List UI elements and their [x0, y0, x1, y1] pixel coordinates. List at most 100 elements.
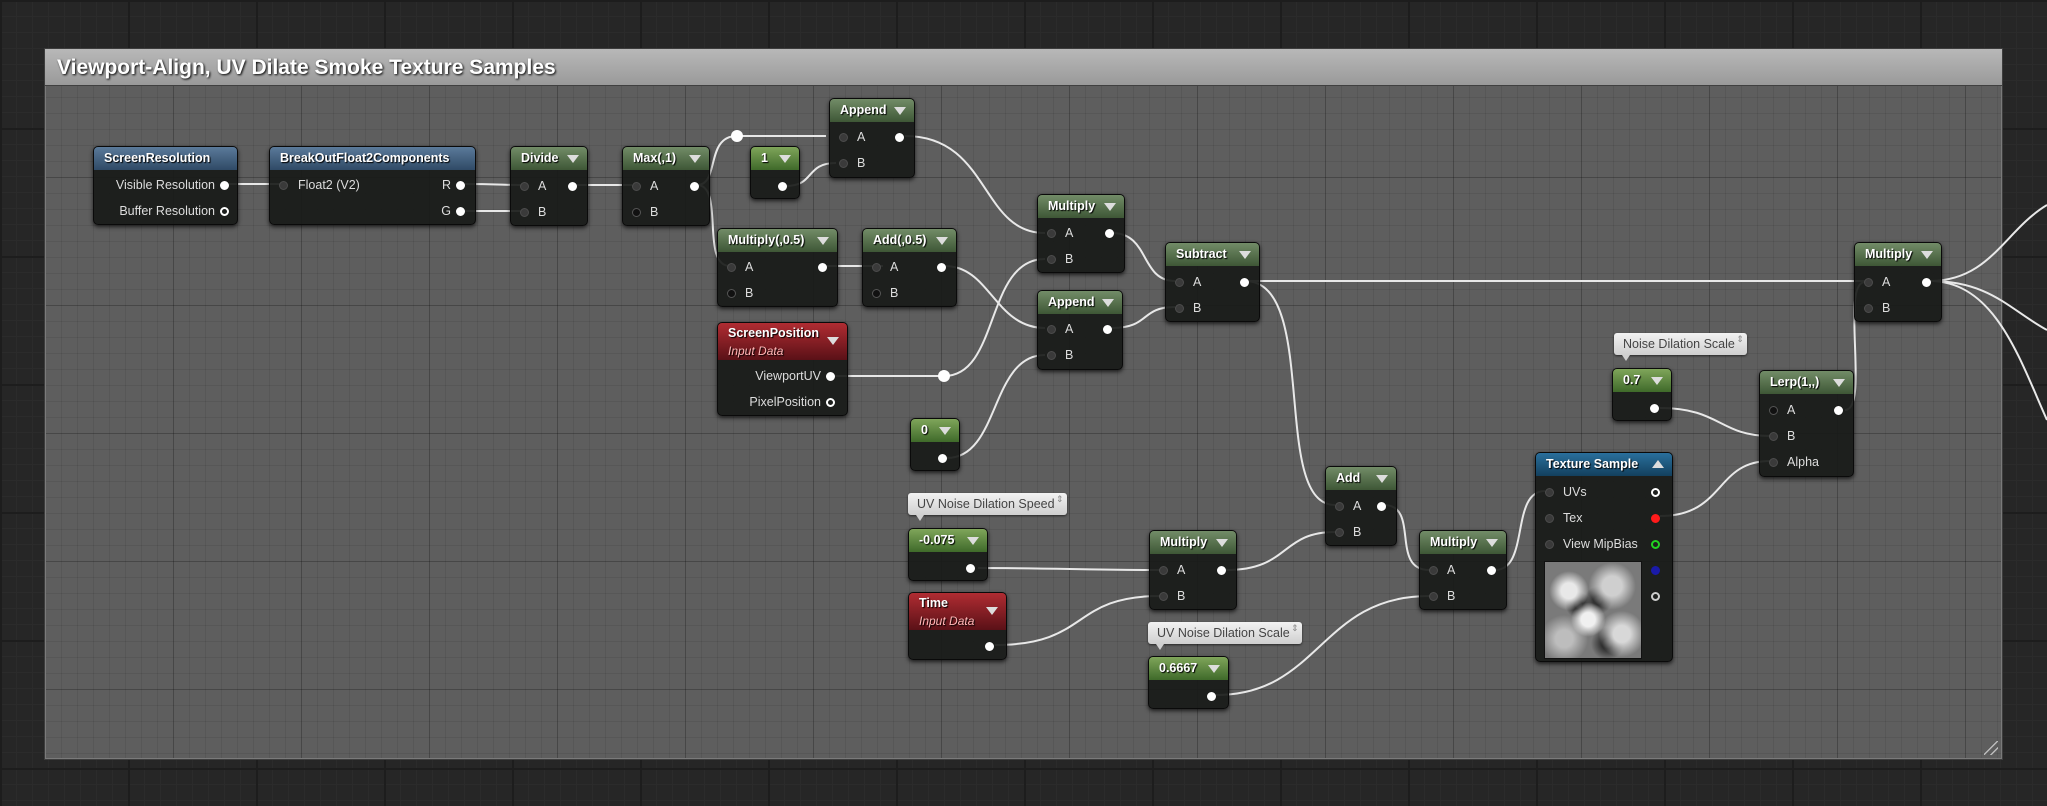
output-pin[interactable]	[937, 263, 946, 272]
lerp-node[interactable]: Lerp(1,,) A B Alpha	[1759, 370, 1854, 477]
input-pin[interactable]	[1864, 278, 1873, 287]
output-pin[interactable]	[966, 564, 975, 573]
output-pin[interactable]	[1650, 404, 1659, 413]
node-comment[interactable]: UV Noise Dilation Speed ⇕	[908, 493, 1067, 521]
input-pin[interactable]	[1429, 566, 1438, 575]
output-pin[interactable]	[690, 182, 699, 191]
collapse-arrow-icon[interactable]	[1652, 460, 1664, 468]
output-pin[interactable]	[1207, 692, 1216, 701]
multiply-node-final[interactable]: Multiply A B	[1854, 242, 1942, 322]
collapse-arrow-icon[interactable]	[967, 537, 979, 545]
collapse-arrow-icon[interactable]	[1376, 475, 1388, 483]
input-pin[interactable]	[520, 208, 529, 217]
reroute-node[interactable]	[938, 370, 950, 382]
collapse-arrow-icon[interactable]	[817, 237, 829, 245]
multiply-node-bottom[interactable]: Multiply A B	[1419, 530, 1507, 610]
input-pin[interactable]	[632, 208, 641, 217]
divide-node[interactable]: Divide A B	[510, 146, 588, 226]
blue-output-pin[interactable]	[1651, 566, 1660, 575]
output-pin[interactable]	[220, 207, 229, 216]
input-pin[interactable]	[872, 263, 881, 272]
output-pin[interactable]	[1217, 566, 1226, 575]
input-pin[interactable]	[839, 159, 848, 168]
input-pin[interactable]	[1545, 540, 1554, 549]
constant-07-node[interactable]: 0.7	[1612, 368, 1672, 421]
input-pin[interactable]	[632, 182, 641, 191]
input-pin[interactable]	[839, 133, 848, 142]
collapse-arrow-icon[interactable]	[986, 607, 998, 615]
input-pin[interactable]	[1545, 514, 1554, 523]
pin-comment-icon[interactable]: ⇕	[1056, 495, 1064, 504]
output-pin[interactable]	[1105, 229, 1114, 238]
collapse-arrow-icon[interactable]	[1239, 251, 1251, 259]
collapse-arrow-icon[interactable]	[689, 155, 701, 163]
collapse-arrow-icon[interactable]	[1102, 299, 1114, 307]
input-pin[interactable]	[1335, 502, 1344, 511]
collapse-arrow-icon[interactable]	[827, 337, 839, 345]
constant-scale-node[interactable]: 0.6667	[1148, 656, 1229, 709]
append-node-mid[interactable]: Append A B	[1037, 290, 1123, 370]
texture-sample-node[interactable]: Texture Sample UVs Tex View MipBias	[1535, 452, 1673, 662]
input-pin[interactable]	[1047, 229, 1056, 238]
collapse-arrow-icon[interactable]	[779, 155, 791, 163]
output-pin[interactable]	[826, 372, 835, 381]
collapse-arrow-icon[interactable]	[1216, 539, 1228, 547]
screen-resolution-node[interactable]: ScreenResolution Visible Resolution Buff…	[93, 146, 238, 225]
input-pin[interactable]	[1864, 304, 1873, 313]
rgb-output-pin[interactable]	[1651, 488, 1660, 497]
max-node[interactable]: Max(,1) A B	[622, 146, 710, 226]
output-pin[interactable]	[1834, 406, 1843, 415]
output-pin[interactable]	[568, 182, 577, 191]
screen-position-node[interactable]: ScreenPosition Input Data ViewportUV Pix…	[717, 322, 848, 416]
collapse-arrow-icon[interactable]	[1651, 377, 1663, 385]
collapse-arrow-icon[interactable]	[1921, 251, 1933, 259]
alpha-output-pin[interactable]	[1651, 592, 1660, 601]
constant-0-node[interactable]: 0	[910, 418, 960, 471]
append-node-top[interactable]: Append A B	[829, 98, 915, 178]
output-pin[interactable]	[818, 263, 827, 272]
add-node-bottom[interactable]: Add A B	[1325, 466, 1397, 546]
output-pin[interactable]	[938, 454, 947, 463]
input-pin[interactable]	[1047, 325, 1056, 334]
output-pin[interactable]	[456, 207, 465, 216]
input-pin[interactable]	[1429, 592, 1438, 601]
break-out-float2-node[interactable]: BreakOutFloat2Components Float2 (V2) R G	[269, 146, 476, 225]
output-pin[interactable]	[220, 181, 229, 190]
output-pin[interactable]	[778, 182, 787, 191]
output-pin[interactable]	[1377, 502, 1386, 511]
output-pin[interactable]	[1240, 278, 1249, 287]
input-pin[interactable]	[1047, 351, 1056, 360]
collapse-arrow-icon[interactable]	[1833, 379, 1845, 387]
output-pin[interactable]	[895, 133, 904, 142]
output-pin[interactable]	[1487, 566, 1496, 575]
input-pin[interactable]	[1175, 278, 1184, 287]
output-pin[interactable]	[1922, 278, 1931, 287]
node-comment[interactable]: UV Noise Dilation Scale ⇕	[1148, 622, 1302, 650]
input-pin[interactable]	[1769, 406, 1778, 415]
reroute-node[interactable]	[731, 130, 743, 142]
red-output-pin[interactable]	[1651, 514, 1660, 523]
collapse-arrow-icon[interactable]	[936, 237, 948, 245]
input-pin[interactable]	[1769, 432, 1778, 441]
output-pin[interactable]	[826, 398, 835, 407]
output-pin[interactable]	[1103, 325, 1112, 334]
input-pin[interactable]	[1159, 566, 1168, 575]
output-pin[interactable]	[456, 181, 465, 190]
input-pin[interactable]	[1769, 458, 1778, 467]
collapse-arrow-icon[interactable]	[1486, 539, 1498, 547]
multiply-half-node[interactable]: Multiply(,0.5) A B	[717, 228, 838, 307]
collapse-arrow-icon[interactable]	[939, 427, 951, 435]
collapse-arrow-icon[interactable]	[1104, 203, 1116, 211]
pin-comment-icon[interactable]: ⇕	[1291, 624, 1299, 633]
collapse-arrow-icon[interactable]	[567, 155, 579, 163]
output-pin[interactable]	[985, 642, 994, 651]
multiply-time-node[interactable]: Multiply A B	[1149, 530, 1237, 610]
pin-comment-icon[interactable]: ⇕	[1736, 335, 1744, 344]
add-half-node[interactable]: Add(,0.5) A B	[862, 228, 957, 307]
input-pin[interactable]	[727, 263, 736, 272]
input-pin[interactable]	[727, 289, 736, 298]
input-pin[interactable]	[1159, 592, 1168, 601]
input-pin[interactable]	[1047, 255, 1056, 264]
time-node[interactable]: Time Input Data	[908, 592, 1007, 660]
multiply-node-mid[interactable]: Multiply A B	[1037, 194, 1125, 273]
